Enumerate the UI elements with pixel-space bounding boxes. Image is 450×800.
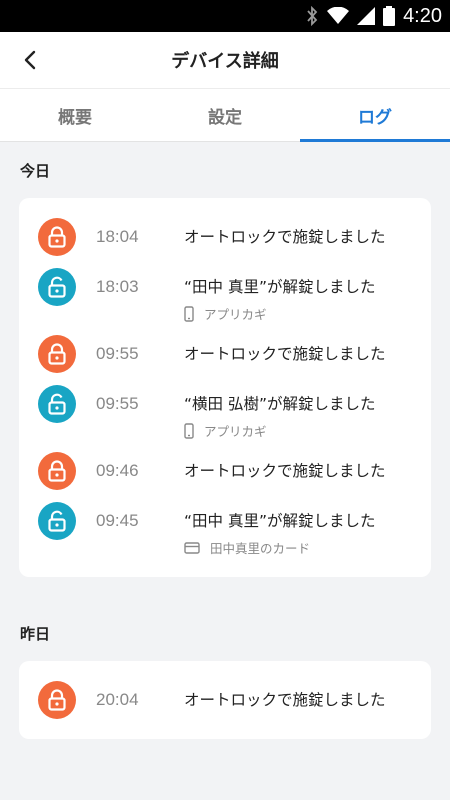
log-message: “田中 真里”が解錠しました — [184, 512, 376, 530]
tab-log[interactable]: ログ — [300, 89, 450, 142]
log-time: 09:46 — [96, 461, 139, 480]
log-message: オートロックで施錠しました — [184, 345, 386, 363]
log-time: 20:04 — [96, 690, 139, 709]
wifi-icon — [327, 7, 350, 24]
phone-icon — [184, 422, 194, 439]
log-item[interactable]: 18:03 “田中 真里”が解錠しました アプリカギ — [19, 262, 431, 329]
log-message: “田中 真里”が解錠しました — [184, 278, 376, 296]
cell-signal-icon — [357, 7, 376, 25]
log-card-today: 18:04 オートロックで施錠しました 18:03 “田中 真里”が解錠しました… — [19, 198, 431, 577]
app-bar: デバイス詳細 — [0, 32, 450, 88]
log-message: オートロックで施錠しました — [184, 228, 386, 246]
log-message: “横田 弘樹”が解錠しました — [184, 395, 376, 413]
tab-overview[interactable]: 概要 — [0, 89, 150, 141]
tab-settings[interactable]: 設定 — [150, 89, 300, 141]
phone-icon — [184, 305, 194, 322]
lock-icon — [38, 681, 76, 719]
page-title: デバイス詳細 — [171, 51, 279, 72]
section-title-yesterday: 昨日 — [20, 624, 51, 643]
unlock-icon — [38, 268, 76, 306]
log-item[interactable]: 18:04 オートロックで施錠しました — [19, 212, 431, 262]
log-time: 09:45 — [96, 511, 139, 530]
log-item[interactable]: 09:55 オートロックで施錠しました — [19, 329, 431, 379]
battery-icon — [383, 6, 396, 26]
log-time: 09:55 — [96, 344, 139, 363]
log-list[interactable]: 今日 18:04 オートロックで施錠しました 18:03 “田中 真里”が解錠し… — [0, 142, 450, 800]
log-time: 18:03 — [96, 277, 139, 296]
log-card-yesterday: 20:04 オートロックで施錠しました — [19, 661, 431, 739]
log-item[interactable]: 09:55 “横田 弘樹”が解錠しました アプリカギ — [19, 379, 431, 446]
log-method: アプリカギ — [204, 424, 267, 439]
tab-bar: 概要 設定 ログ — [0, 88, 450, 142]
log-method: 田中真里のカード — [210, 541, 311, 556]
status-time: 4:20 — [403, 4, 442, 27]
log-item[interactable]: 20:04 オートロックで施錠しました — [19, 675, 431, 725]
card-icon — [184, 541, 200, 554]
bluetooth-icon — [307, 6, 318, 26]
log-time: 09:55 — [96, 394, 139, 413]
log-message: オートロックで施錠しました — [184, 462, 386, 480]
log-item[interactable]: 09:46 オートロックで施錠しました — [19, 446, 431, 496]
back-arrow-icon[interactable] — [12, 42, 48, 78]
lock-icon — [38, 452, 76, 490]
log-time: 18:04 — [96, 227, 139, 246]
log-method: アプリカギ — [204, 307, 267, 322]
lock-icon — [38, 335, 76, 373]
unlock-icon — [38, 385, 76, 423]
lock-icon — [38, 218, 76, 256]
log-item[interactable]: 09:45 “田中 真里”が解錠しました 田中真里のカード — [19, 496, 431, 563]
status-bar: 4:20 — [0, 0, 450, 32]
section-title-today: 今日 — [20, 161, 51, 180]
log-message: オートロックで施錠しました — [184, 691, 386, 709]
unlock-icon — [38, 502, 76, 540]
